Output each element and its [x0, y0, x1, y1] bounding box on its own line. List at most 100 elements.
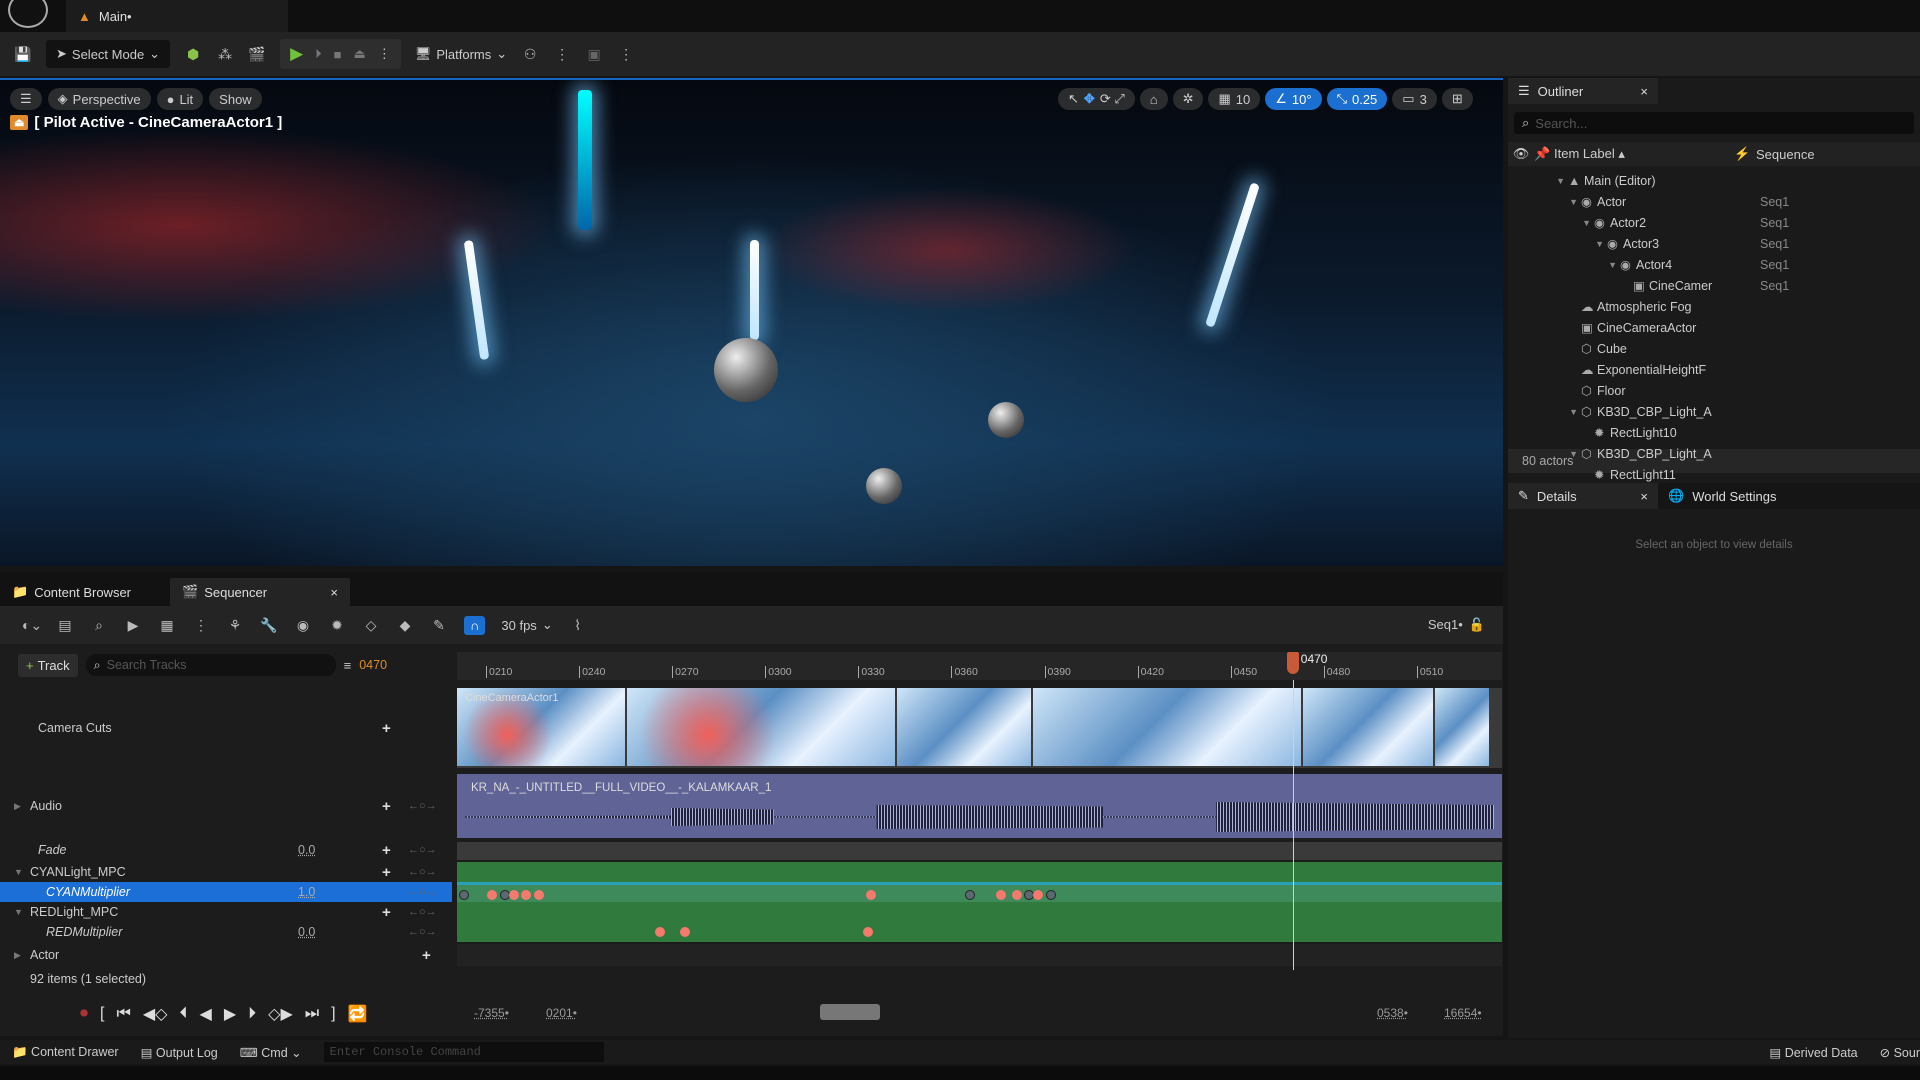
close-icon[interactable]: ×: [1640, 84, 1648, 99]
close-icon[interactable]: ×: [330, 585, 338, 600]
range-start[interactable]: 0201•: [546, 1006, 577, 1020]
content-drawer-button[interactable]: 📁 Content Drawer: [12, 1045, 119, 1060]
keyframe[interactable]: [521, 890, 532, 900]
set-start-icon[interactable]: [: [100, 1005, 104, 1023]
filter-icon[interactable]: ≡: [344, 658, 352, 673]
stop-icon[interactable]: ■: [334, 47, 342, 62]
expand-arrow-icon[interactable]: ▼: [1508, 218, 1594, 228]
close-icon[interactable]: ×: [1640, 489, 1648, 504]
track-cyanlight-mpc[interactable]: ▼ CYANLight_MPC + ←○→: [0, 862, 452, 882]
track-redmultiplier[interactable]: REDMultiplier 0.0 ←○→: [0, 922, 452, 942]
expand-arrow-icon[interactable]: ▼: [1508, 449, 1581, 459]
save-sequence-icon[interactable]: ▤: [56, 616, 74, 634]
add-key-icon[interactable]: +: [382, 842, 391, 859]
expand-arrow-icon[interactable]: ▼: [1508, 260, 1620, 270]
keyframe[interactable]: [1033, 890, 1044, 900]
render-movie-icon[interactable]: ▶: [124, 616, 142, 634]
more-icon[interactable]: ⋮: [553, 45, 571, 63]
keyframe[interactable]: [508, 890, 519, 900]
outliner-item[interactable]: ▼ ◉ Actor2 Seq1: [1508, 212, 1920, 233]
outliner-item[interactable]: ▼ ◉ Actor4 Seq1: [1508, 254, 1920, 275]
fade-lane[interactable]: [457, 842, 1502, 860]
next-key-icon[interactable]: ◇▶: [268, 1004, 293, 1024]
outliner-item[interactable]: ☁ ExponentialHeightF: [1508, 359, 1920, 380]
expand-arrow-icon[interactable]: ▶: [14, 801, 21, 812]
expand-arrow-icon[interactable]: ▼: [14, 867, 23, 877]
timeline-scrollbar[interactable]: [820, 1004, 880, 1020]
play-icon[interactable]: ▶: [290, 44, 303, 64]
visibility-icon[interactable]: 👁: [1508, 146, 1534, 162]
keyframe[interactable]: [862, 927, 873, 937]
save-icon[interactable]: 💾: [14, 45, 32, 63]
world-icon[interactable]: ◐⌄: [22, 616, 42, 634]
track-camera-cuts[interactable]: Camera Cuts +: [0, 688, 452, 768]
outliner-item[interactable]: ⬡ Floor: [1508, 380, 1920, 401]
add-icon[interactable]: +: [422, 947, 431, 964]
track-audio[interactable]: ▶ Audio + ←○→: [0, 772, 452, 840]
tab-details[interactable]: ✎ Details ×: [1508, 483, 1658, 509]
more-icon[interactable]: ⋮: [378, 46, 391, 62]
add-key-icon[interactable]: +: [382, 904, 391, 921]
keyframe[interactable]: [459, 890, 470, 900]
world-local-icon[interactable]: ✲: [1172, 88, 1204, 110]
current-frame[interactable]: 0470: [359, 658, 387, 672]
console-input[interactable]: Enter Console Command: [323, 1042, 604, 1062]
rotation-snap-button[interactable]: ∠ 10°: [1265, 88, 1322, 110]
column-sequence[interactable]: Sequence: [1756, 147, 1815, 162]
playback-options-icon[interactable]: ◉: [294, 616, 312, 634]
keyframe[interactable]: [679, 927, 690, 937]
expand-arrow-icon[interactable]: ▼: [1508, 176, 1568, 186]
step-icon[interactable]: ⏵: [315, 46, 322, 62]
key-navigation-icon[interactable]: ←○→: [408, 906, 437, 918]
loop-icon[interactable]: 🔁: [348, 1004, 368, 1024]
curve-editor-icon[interactable]: ⌇: [569, 616, 587, 634]
fps-dropdown[interactable]: 30 fps ⌄: [501, 617, 552, 633]
tab-world-settings[interactable]: 🌐 World Settings: [1658, 483, 1920, 509]
level-viewport[interactable]: ☰ ◈ Perspective ● Lit Show ⏏[ Pilot Active…: [0, 78, 1503, 566]
play-icon[interactable]: ▶: [224, 1004, 236, 1024]
keyframe[interactable]: [996, 890, 1007, 900]
expand-arrow-icon[interactable]: ▼: [14, 907, 23, 917]
add-key-icon[interactable]: +: [382, 864, 391, 881]
lock-icon[interactable]: 🔓: [1469, 617, 1485, 633]
blueprint-icon[interactable]: ⁂: [216, 45, 234, 63]
jump-start-icon[interactable]: ⏮: [116, 1005, 130, 1023]
keyframe[interactable]: [965, 890, 976, 900]
surface-snap-icon[interactable]: ⌂: [1139, 88, 1168, 110]
lit-button[interactable]: ● Lit: [156, 88, 204, 110]
sequence-name[interactable]: Seq1•: [1428, 617, 1463, 633]
red-light-lane[interactable]: [457, 902, 1502, 922]
prev-key-icon[interactable]: ◀◇: [143, 1004, 168, 1024]
output-log-button[interactable]: ▤ Output Log: [141, 1045, 218, 1060]
wrench-icon[interactable]: 🔧: [260, 616, 278, 634]
outliner-item[interactable]: ▼ ▲ Main (Editor): [1508, 170, 1920, 191]
grid-snap-button[interactable]: ▦ 10: [1208, 88, 1261, 110]
playhead-handle[interactable]: [1286, 652, 1299, 674]
more-icon[interactable]: ⋮: [192, 616, 210, 634]
keyframe[interactable]: [533, 890, 544, 900]
audio-lane[interactable]: KR_NA_-_UNTITLED__FULL_VIDEO__-_KALAMKAA…: [457, 774, 1502, 838]
more-icon[interactable]: ⋮: [617, 45, 635, 63]
cyan-light-lane[interactable]: [457, 862, 1502, 882]
red-multiplier-lane[interactable]: [457, 922, 1502, 942]
snap-toggle[interactable]: ∩: [464, 615, 486, 635]
outliner-item[interactable]: ⬡ Cube: [1508, 338, 1920, 359]
outliner-item[interactable]: ▣ CineCamer Seq1: [1508, 275, 1920, 296]
eject-pilot-icon[interactable]: ⏏: [10, 115, 29, 130]
reverse-icon[interactable]: ◀: [200, 1004, 212, 1024]
key-navigation-icon[interactable]: ←○→: [408, 926, 437, 938]
cyan-multiplier-lane[interactable]: [457, 882, 1502, 902]
keyframe[interactable]: [865, 890, 876, 900]
outliner-search-input[interactable]: ⌕ Search...: [1514, 112, 1914, 134]
outliner-item[interactable]: ✹ RectLight11: [1508, 464, 1920, 485]
track-redlight-mpc[interactable]: ▼ REDLight_MPC + ←○→: [0, 902, 452, 922]
outliner-item[interactable]: ▼ ◉ Actor Seq1: [1508, 191, 1920, 212]
next-frame-icon[interactable]: ⏵: [248, 1005, 256, 1023]
expand-arrow-icon[interactable]: ▼: [1508, 239, 1607, 249]
find-asset-icon[interactable]: ⌕: [90, 616, 108, 634]
key-navigation-icon[interactable]: ←○→: [408, 844, 437, 856]
transform-tools[interactable]: ↖ ✥ ⟳ ⤢: [1058, 88, 1135, 110]
expand-arrow-icon[interactable]: ▶: [14, 950, 21, 961]
show-button[interactable]: Show: [209, 88, 262, 110]
tab-content-browser[interactable]: 📁 Content Browser: [0, 578, 170, 606]
